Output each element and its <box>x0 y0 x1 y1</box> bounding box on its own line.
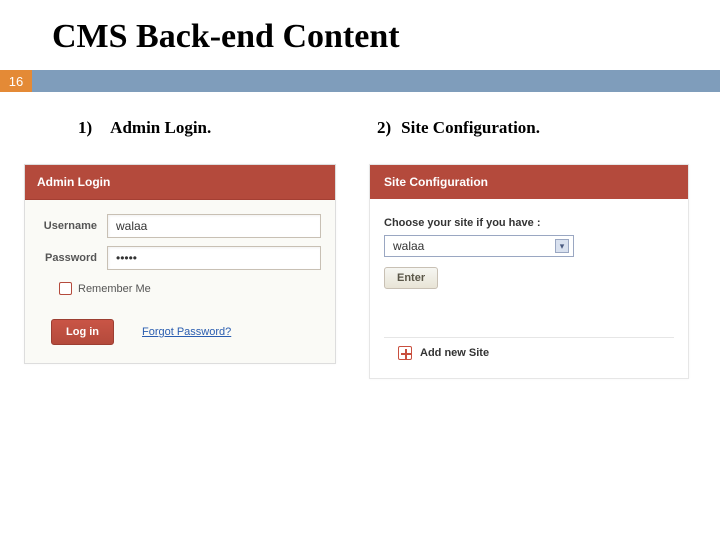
site-select[interactable]: walaa ▾ <box>384 235 574 257</box>
enter-button[interactable]: Enter <box>384 267 438 289</box>
page-number: 16 <box>0 70 32 92</box>
column-admin-login: 1) Admin Login. Admin Login Username Pas… <box>24 118 351 379</box>
column-site-config: 2) Site Configuration. Site Configuratio… <box>369 118 696 379</box>
remember-checkbox[interactable] <box>59 282 72 295</box>
site-config-panel: Site Configuration Choose your site if y… <box>369 164 689 379</box>
col1-heading: Admin Login. <box>110 118 211 138</box>
admin-login-panel: Admin Login Username Password Remember M… <box>24 164 336 364</box>
site-select-value: walaa <box>393 239 424 253</box>
add-new-site-link[interactable]: Add new Site <box>420 347 489 359</box>
remember-label: Remember Me <box>78 283 151 295</box>
slide-title: CMS Back-end Content <box>0 0 720 70</box>
username-label: Username <box>39 220 107 232</box>
chevron-down-icon: ▾ <box>555 239 569 253</box>
username-input[interactable] <box>107 214 321 238</box>
password-input[interactable] <box>107 246 321 270</box>
site-config-header: Site Configuration <box>370 165 688 199</box>
login-button[interactable]: Log in <box>51 319 114 345</box>
page-bar: 16 <box>0 70 720 92</box>
password-label: Password <box>39 252 107 264</box>
col2-index: 2) <box>377 118 391 138</box>
admin-login-header: Admin Login <box>25 165 335 200</box>
choose-site-label: Choose your site if you have : <box>384 217 674 229</box>
plus-icon <box>398 346 412 360</box>
forgot-password-link[interactable]: Forgot Password? <box>142 326 231 338</box>
col1-index: 1) <box>78 118 92 138</box>
col2-heading: Site Configuration. <box>401 118 540 138</box>
